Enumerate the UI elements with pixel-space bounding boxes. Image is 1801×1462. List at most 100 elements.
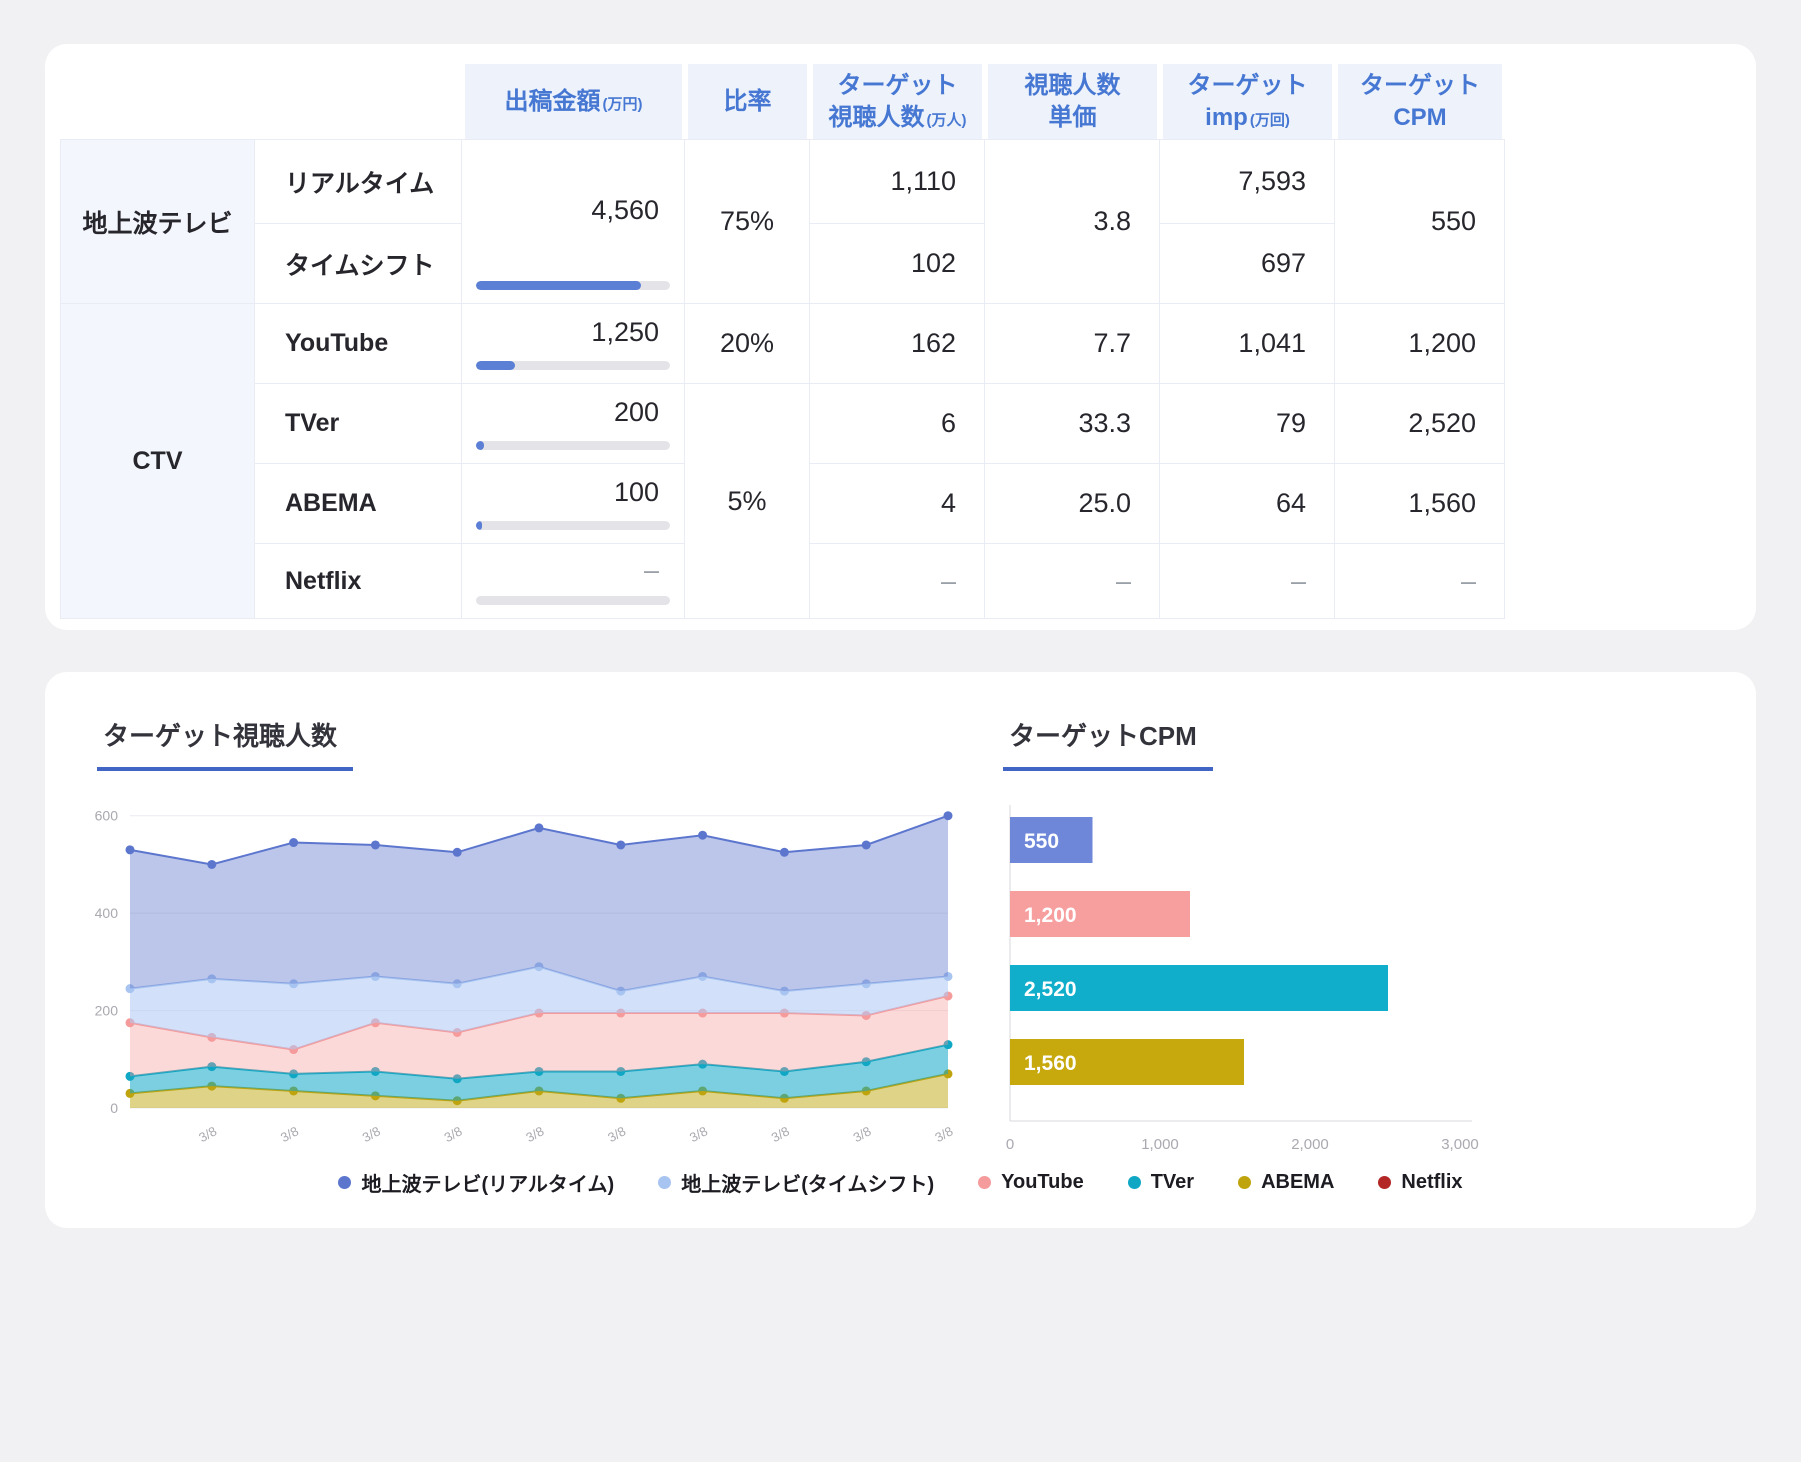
cell-youtube-cpm: 1,200 xyxy=(1335,304,1505,384)
cell-tver-unit-price: 33.3 xyxy=(985,384,1160,464)
header-unit-price: 視聴人数 単価 xyxy=(985,64,1160,139)
terrestrial-spend-bar xyxy=(476,281,670,290)
cell-youtube-ratio: 20% xyxy=(685,304,810,384)
svg-text:3/8: 3/8 xyxy=(278,1123,301,1145)
row-label-timeshift: タイムシフト xyxy=(255,224,462,304)
cell-netflix-cpm: – xyxy=(1335,544,1505,619)
cell-abema-imp: 64 xyxy=(1160,464,1335,544)
legend-label: 地上波テレビ(リアルタイム) xyxy=(361,1168,614,1197)
legend-label: YouTube xyxy=(1001,1171,1084,1194)
media-plan-table-card: 出稿金額(万円) 比率 ターゲット 視聴人数(万人) 視聴人数 単価 ターゲット xyxy=(45,44,1756,630)
legend-item[interactable]: TVer xyxy=(1128,1171,1194,1194)
header-spend-unit: (万円) xyxy=(603,96,643,113)
cell-tver-viewers: 6 xyxy=(810,384,985,464)
cell-timeshift-imp: 697 xyxy=(1160,224,1335,304)
header-target-imp-line2: imp xyxy=(1205,104,1248,131)
terrestrial-spend-value: 4,560 xyxy=(591,195,659,226)
group-terrestrial: 地上波テレビ xyxy=(60,139,255,304)
legend-dot-icon xyxy=(1128,1176,1141,1189)
area-chart-title: ターゲット視聴人数 xyxy=(97,716,353,771)
tver-spend-value: 200 xyxy=(614,397,659,428)
header-target-imp-line1: ターゲット xyxy=(1188,72,1308,99)
svg-text:1,560: 1,560 xyxy=(1024,1052,1077,1075)
header-target-imp: ターゲット imp(万回) xyxy=(1160,64,1335,139)
cell-abema-cpm: 1,560 xyxy=(1335,464,1505,544)
svg-text:3/8: 3/8 xyxy=(442,1123,465,1145)
cell-terrestrial-spend: 4,560 xyxy=(462,139,685,304)
header-target-viewers: ターゲット 視聴人数(万人) xyxy=(810,64,985,139)
svg-text:3/8: 3/8 xyxy=(687,1123,710,1145)
legend-dot-icon xyxy=(1238,1176,1251,1189)
cell-realtime-imp: 7,593 xyxy=(1160,139,1335,224)
svg-text:3/8: 3/8 xyxy=(605,1123,628,1145)
media-plan-table: 出稿金額(万円) 比率 ターゲット 視聴人数(万人) 視聴人数 単価 ターゲット xyxy=(60,64,1505,619)
svg-text:0: 0 xyxy=(110,1100,118,1116)
svg-text:1,200: 1,200 xyxy=(1024,904,1077,927)
row-label-realtime: リアルタイム xyxy=(255,139,462,224)
netflix-spend-value: – xyxy=(644,555,659,586)
header-target-cpm: ターゲット CPM xyxy=(1335,64,1505,139)
legend-item[interactable]: ABEMA xyxy=(1238,1171,1334,1194)
legend-item[interactable]: Netflix xyxy=(1378,1171,1462,1194)
svg-text:3/8: 3/8 xyxy=(769,1123,792,1145)
legend-dot-icon xyxy=(1378,1176,1391,1189)
target-viewers-area-chart[interactable]: 02004006003/83/83/83/83/83/83/83/83/83/8 xyxy=(95,790,995,1190)
abema-spend-bar xyxy=(476,521,670,530)
header-target-viewers-line2: 視聴人数 xyxy=(829,104,925,131)
row-label-netflix: Netflix xyxy=(255,544,462,619)
row-label-abema: ABEMA xyxy=(255,464,462,544)
cell-youtube-viewers: 162 xyxy=(810,304,985,384)
charts-card: ターゲット視聴人数 ターゲットCPM 02004006003/83/83/83/… xyxy=(45,672,1756,1228)
cell-abema-spend: 100 xyxy=(462,464,685,544)
svg-text:2,520: 2,520 xyxy=(1024,978,1077,1001)
cell-abema-viewers: 4 xyxy=(810,464,985,544)
svg-text:3/8: 3/8 xyxy=(932,1123,955,1145)
group-ctv: CTV xyxy=(60,304,255,619)
svg-text:550: 550 xyxy=(1024,830,1059,853)
cell-netflix-viewers: – xyxy=(810,544,985,619)
legend-label: TVer xyxy=(1151,1171,1194,1194)
bar-chart-title: ターゲットCPM xyxy=(1003,716,1213,771)
youtube-spend-bar xyxy=(476,361,670,370)
cell-netflix-imp: – xyxy=(1160,544,1335,619)
svg-text:600: 600 xyxy=(95,808,118,824)
header-spend: 出稿金額(万円) xyxy=(462,64,685,139)
chart-legend: 地上波テレビ(リアルタイム) 地上波テレビ(タイムシフト) YouTube TVer A… xyxy=(45,1168,1756,1197)
legend-dot-icon xyxy=(338,1176,351,1189)
legend-item[interactable]: 地上波テレビ(リアルタイム) xyxy=(338,1168,614,1197)
legend-dot-icon xyxy=(978,1176,991,1189)
header-target-cpm-line1: ターゲット xyxy=(1360,72,1480,99)
header-unit-price-line1: 視聴人数 xyxy=(1025,72,1121,99)
tver-spend-bar xyxy=(476,441,670,450)
cell-tver-imp: 79 xyxy=(1160,384,1335,464)
svg-text:0: 0 xyxy=(1006,1136,1014,1153)
cell-timeshift-viewers: 102 xyxy=(810,224,985,304)
svg-text:3,000: 3,000 xyxy=(1441,1136,1479,1153)
legend-item[interactable]: 地上波テレビ(タイムシフト) xyxy=(658,1168,934,1197)
cell-tver-spend: 200 xyxy=(462,384,685,464)
header-empty xyxy=(60,64,462,139)
header-target-viewers-unit: (万人) xyxy=(927,112,967,129)
cell-abema-unit-price: 25.0 xyxy=(985,464,1160,544)
cell-terrestrial-cpm: 550 xyxy=(1335,139,1505,304)
cell-tver-cpm: 2,520 xyxy=(1335,384,1505,464)
legend-item[interactable]: YouTube xyxy=(978,1171,1084,1194)
cell-youtube-spend: 1,250 xyxy=(462,304,685,384)
cell-terrestrial-ratio: 75% xyxy=(685,139,810,304)
row-label-youtube: YouTube xyxy=(255,304,462,384)
youtube-spend-value: 1,250 xyxy=(591,317,659,348)
header-target-viewers-line1: ターゲット xyxy=(838,72,958,99)
header-unit-price-line2: 単価 xyxy=(1049,104,1097,131)
header-spend-label: 出稿金額 xyxy=(505,88,601,115)
cell-terrestrial-unit-price: 3.8 xyxy=(985,139,1160,304)
cell-netflix-spend: – xyxy=(462,544,685,619)
header-ratio: 比率 xyxy=(685,64,810,139)
cell-netflix-unit-price: – xyxy=(985,544,1160,619)
target-cpm-bar-chart[interactable]: 01,0002,0003,0005501,2002,5201,560 xyxy=(995,787,1515,1167)
svg-text:1,000: 1,000 xyxy=(1141,1136,1179,1153)
cell-youtube-imp: 1,041 xyxy=(1160,304,1335,384)
cell-youtube-unit-price: 7.7 xyxy=(985,304,1160,384)
header-ratio-label: 比率 xyxy=(724,88,772,115)
legend-label: ABEMA xyxy=(1261,1171,1334,1194)
svg-text:3/8: 3/8 xyxy=(523,1123,546,1145)
